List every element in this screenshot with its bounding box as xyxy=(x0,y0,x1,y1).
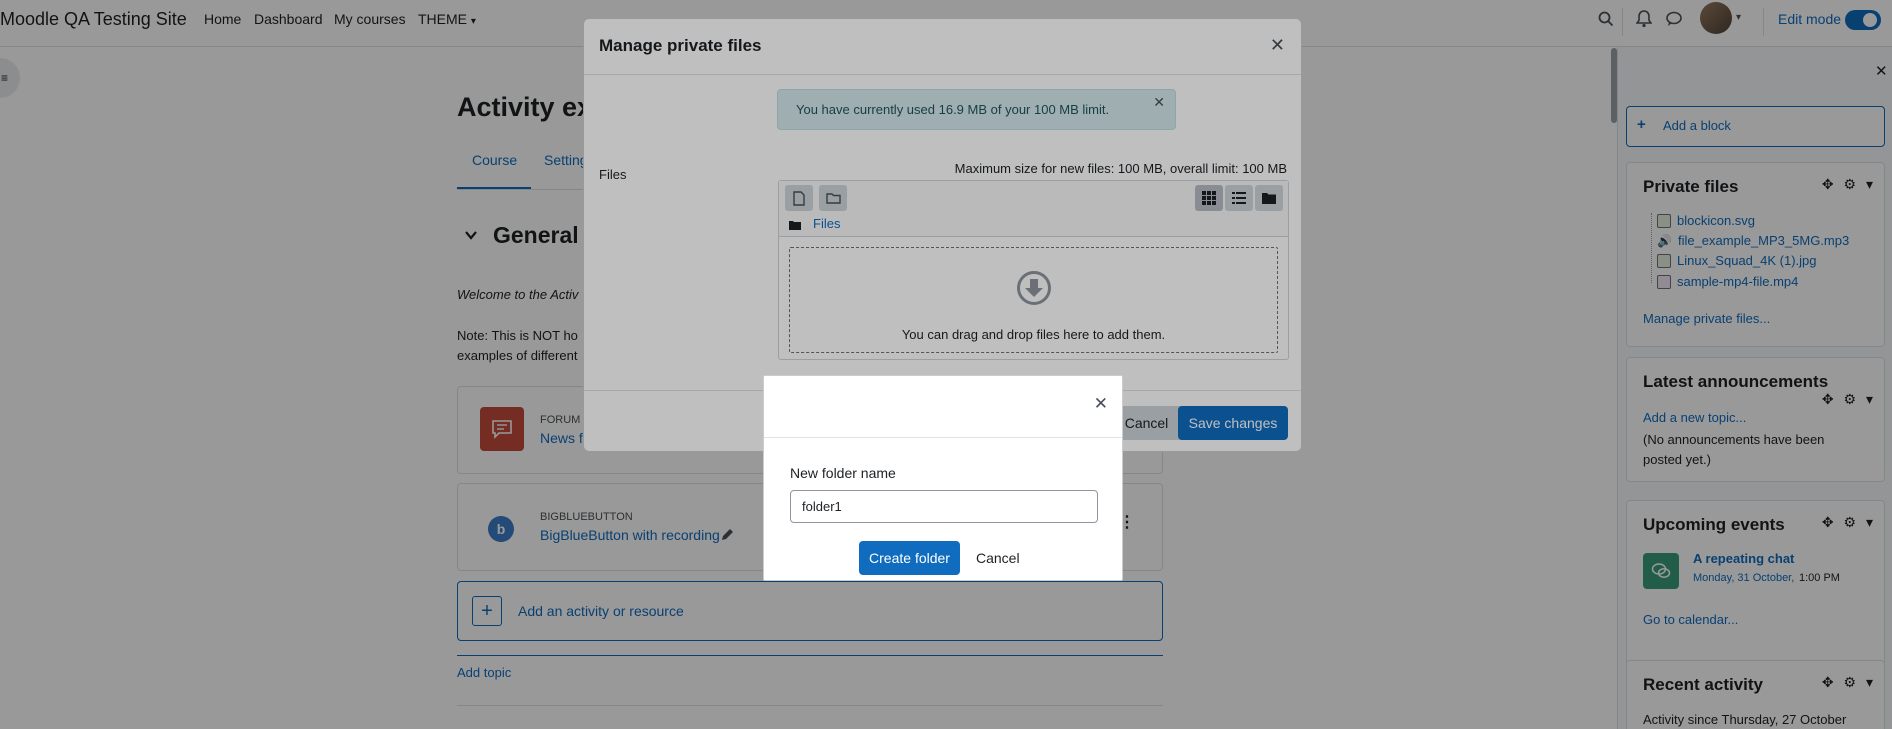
cancel-button[interactable]: Cancel xyxy=(976,550,1020,566)
close-icon[interactable]: ✕ xyxy=(1094,394,1108,414)
folder-name-input[interactable] xyxy=(790,490,1098,523)
create-folder-button[interactable]: Create folder xyxy=(859,541,960,575)
create-folder-dialog: ✕ New folder name Create folder Cancel xyxy=(763,375,1123,581)
folder-name-label: New folder name xyxy=(790,465,896,481)
dialog-header: ✕ xyxy=(764,376,1122,438)
dialog-backdrop xyxy=(0,0,1892,729)
